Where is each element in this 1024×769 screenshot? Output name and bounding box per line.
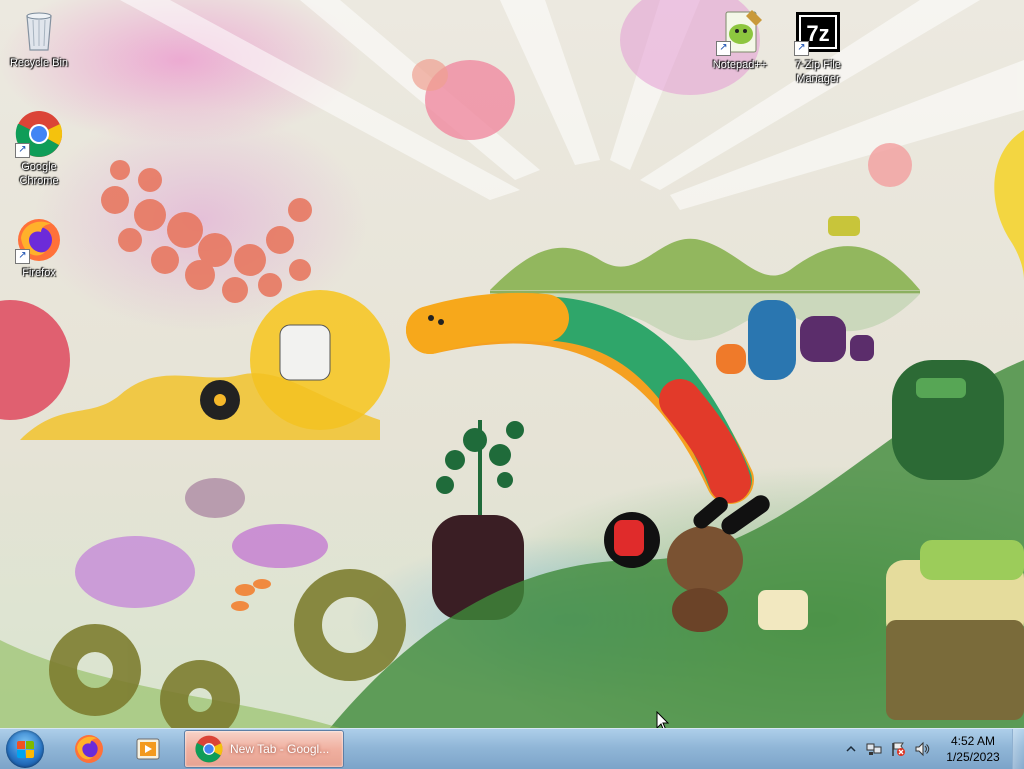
- firefox-icon: ↗: [15, 216, 63, 264]
- volume-icon[interactable]: [914, 741, 930, 757]
- action-center-flag-icon[interactable]: [890, 741, 906, 757]
- firefox-icon: [75, 735, 103, 763]
- network-icon[interactable]: [866, 741, 882, 757]
- show-desktop-button[interactable]: [1012, 729, 1024, 769]
- clock-time: 4:52 AM: [950, 734, 996, 748]
- desktop-icon-label: Google Chrome: [19, 161, 59, 187]
- task-title: New Tab - Googl...: [230, 742, 330, 756]
- taskbar-task-chrome[interactable]: New Tab - Googl...: [184, 730, 344, 768]
- desktop-icon-label: Firefox: [22, 267, 56, 279]
- taskbar: New Tab - Googl... 4:52 AM 1/25/2023: [0, 728, 1024, 769]
- shortcut-arrow-icon: ↗: [15, 249, 30, 264]
- show-hidden-icons-chevron[interactable]: [845, 742, 861, 758]
- desktop-icon-google-chrome[interactable]: ↗ Google Chrome: [1, 110, 77, 188]
- chrome-icon: [195, 735, 223, 763]
- shortcut-arrow-icon: ↗: [716, 41, 731, 56]
- media-player-icon: [136, 738, 160, 760]
- chrome-icon: ↗: [15, 110, 63, 158]
- shortcut-arrow-icon: ↗: [794, 41, 809, 56]
- taskbar-pinned-firefox[interactable]: [62, 731, 116, 767]
- desktop-icon-7-zip-file-manager[interactable]: 7z ↗ 7-Zip File Manager: [780, 8, 856, 86]
- desktop-icon-notepad-plus-plus[interactable]: ↗ Notepad++: [702, 8, 778, 72]
- desktop-icon-recycle-bin[interactable]: Recycle Bin: [1, 6, 77, 70]
- desktop-icon-firefox[interactable]: ↗ Firefox: [1, 216, 77, 280]
- mouse-cursor-icon: [656, 711, 670, 728]
- desktop-background[interactable]: Recycle Bin ↗ Google Chrome ↗ Firefox ↗ …: [0, 0, 1024, 728]
- shortcut-arrow-icon: ↗: [15, 143, 30, 158]
- clock[interactable]: 4:52 AM 1/25/2023: [938, 733, 1008, 765]
- desktop-icon-label: Notepad++: [712, 59, 768, 71]
- svg-text:7z: 7z: [806, 21, 829, 46]
- notepad-plus-plus-icon: ↗: [716, 8, 764, 56]
- recycle-bin-icon: [15, 6, 63, 54]
- wallpaper-art: [0, 0, 1024, 728]
- desktop-icon-label: Recycle Bin: [9, 57, 69, 69]
- clock-date: 1/25/2023: [946, 750, 1000, 764]
- desktop-icon-label: 7-Zip File Manager: [795, 59, 841, 85]
- taskbar-pinned-media-player[interactable]: [122, 731, 176, 767]
- start-button[interactable]: [6, 730, 44, 768]
- seven-zip-icon: 7z ↗: [794, 8, 842, 56]
